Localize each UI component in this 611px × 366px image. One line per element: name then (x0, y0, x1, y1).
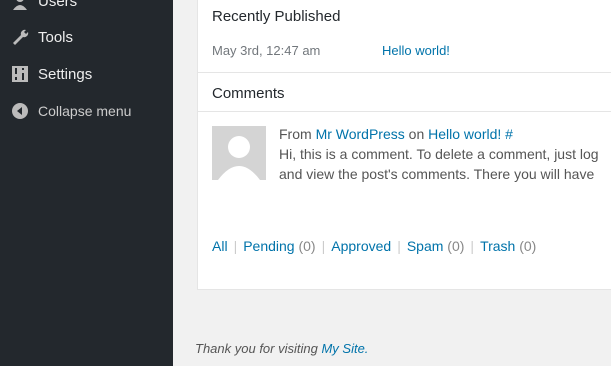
comment-body: From Mr WordPress on Hello world! # Hi, … (279, 124, 599, 184)
comment-post-link[interactable]: Hello world! (428, 126, 501, 142)
sidebar-item-tools[interactable]: Tools (0, 22, 173, 52)
recently-published-title: Recently Published (212, 8, 341, 25)
filter-separator: | (470, 238, 475, 254)
filter-separator: | (397, 238, 401, 254)
comments-header: Comments (198, 72, 611, 112)
sidebar-item-label: Users (38, 0, 78, 10)
filter-spam[interactable]: Spam (407, 238, 444, 254)
admin-sidebar: Users Tools Settings Collapse menu (0, 0, 173, 366)
wrench-icon (10, 27, 30, 47)
comment-from-prefix: From (279, 126, 312, 142)
footer-text: Thank you for visiting (195, 341, 318, 356)
comment-text-line-1: Hi, this is a comment. To delete a comme… (279, 146, 599, 162)
comment-permalink[interactable]: # (505, 126, 513, 142)
activity-widget: Recently Published May 3rd, 12:47 am Hel… (197, 0, 611, 290)
sidebar-item-settings[interactable]: Settings (0, 59, 173, 89)
filter-pending-count: (0) (298, 238, 316, 254)
filter-pending[interactable]: Pending (243, 238, 294, 254)
comment-filters: All | Pending (0) | Approved | Spam (0) | Trash … (212, 238, 536, 254)
comment-on-word: on (408, 126, 425, 142)
avatar (212, 126, 266, 180)
users-icon (10, 0, 30, 11)
filter-separator: | (233, 238, 238, 254)
recent-post-row: May 3rd, 12:47 am Hello world! (212, 43, 450, 58)
collapse-menu-label: Collapse menu (38, 103, 132, 119)
sidebar-item-label: Tools (38, 28, 74, 46)
footer-site-link[interactable]: My Site. (321, 341, 368, 356)
collapse-menu-button[interactable]: Collapse menu (0, 96, 173, 126)
comment-text-line-2: and view the post's comments. There you … (279, 166, 595, 182)
comment-item: From Mr WordPress on Hello world! # Hi, … (212, 124, 611, 184)
filter-approved[interactable]: Approved (331, 238, 391, 254)
comments-title: Comments (212, 85, 285, 102)
dashboard-main: Recently Published May 3rd, 12:47 am Hel… (173, 0, 611, 366)
recent-post-date: May 3rd, 12:47 am (212, 43, 321, 58)
recent-post-link[interactable]: Hello world! (382, 43, 450, 58)
filter-trash-count: (0) (519, 238, 537, 254)
comment-meta: From Mr WordPress on Hello world! # (279, 124, 599, 144)
settings-icon (10, 64, 30, 84)
filter-separator: | (321, 238, 326, 254)
filter-trash[interactable]: Trash (480, 238, 515, 254)
admin-footer: Thank you for visiting My Site. (195, 341, 368, 356)
filter-spam-count: (0) (447, 238, 465, 254)
sidebar-item-label: Settings (38, 65, 93, 83)
comment-author-link[interactable]: Mr WordPress (316, 126, 405, 142)
collapse-arrow-icon (10, 101, 30, 121)
sidebar-item-users[interactable]: Users (0, 0, 173, 16)
filter-all[interactable]: All (212, 238, 228, 254)
